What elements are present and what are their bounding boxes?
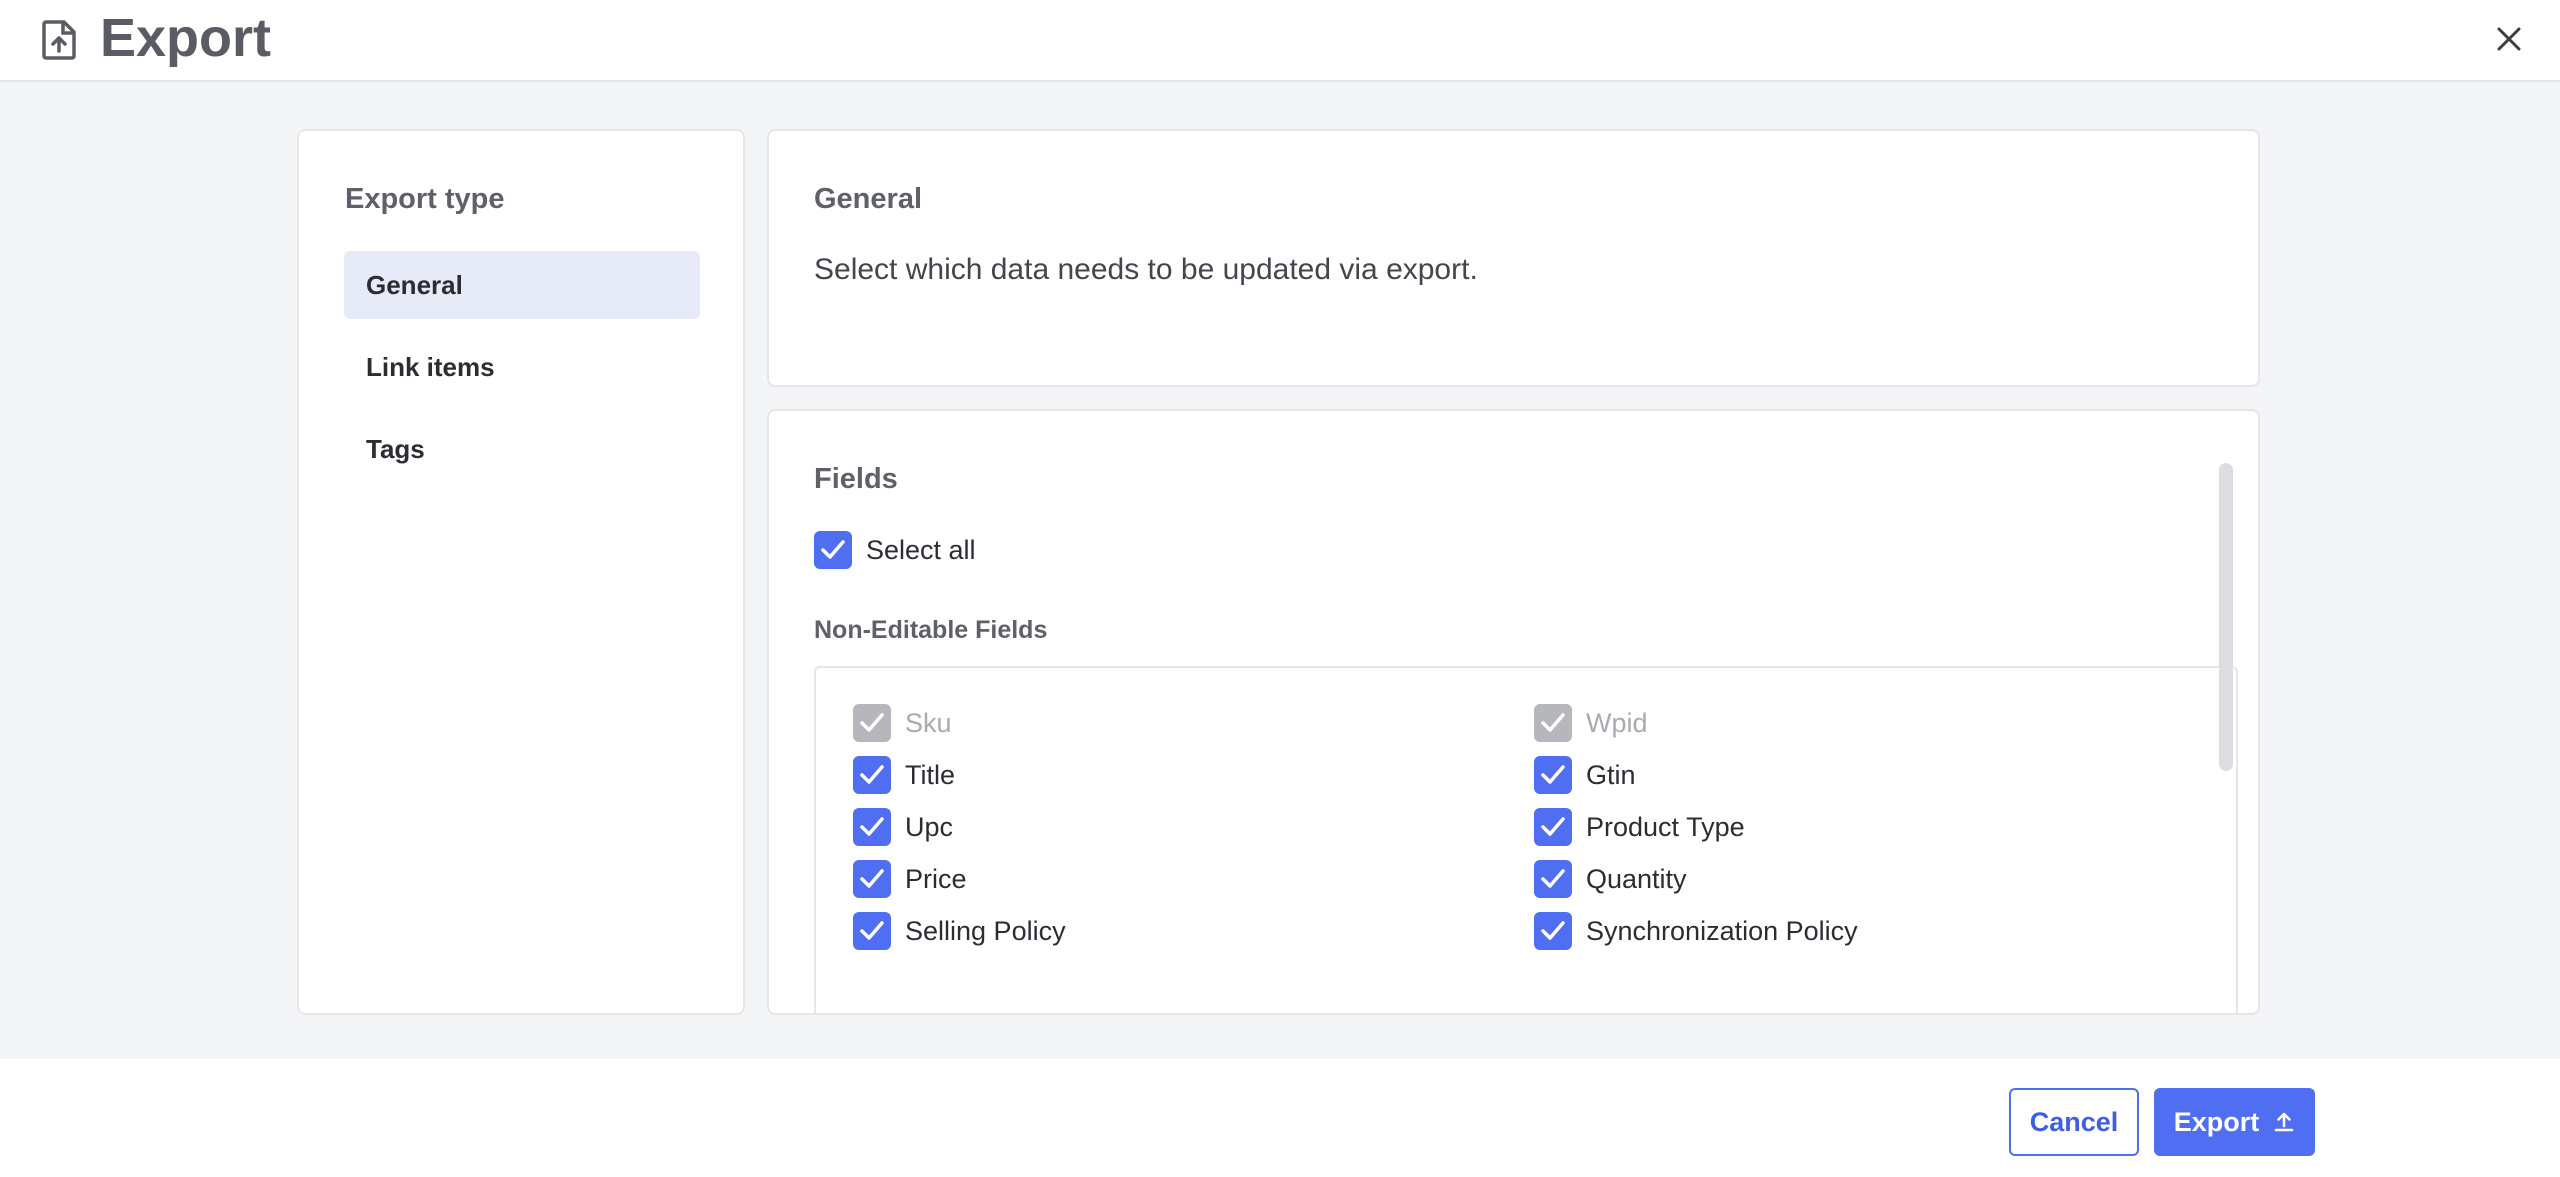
field-label: Synchronization Policy <box>1586 915 1858 946</box>
field-label: Quantity <box>1586 863 1687 894</box>
field-checkbox-quantity[interactable]: Quantity <box>1534 860 1687 898</box>
field-checkbox-product-type[interactable]: Product Type <box>1534 808 1745 846</box>
field-label: Wpid <box>1586 707 1648 738</box>
sidebar-item-tags[interactable]: Tags <box>344 415 700 483</box>
page-title: Export <box>100 8 272 68</box>
field-checkbox-upc[interactable]: Upc <box>853 808 953 846</box>
field-label: Gtin <box>1586 759 1636 790</box>
close-button[interactable] <box>2490 20 2528 58</box>
upload-icon <box>2274 1112 2294 1132</box>
fields-scrollbar[interactable] <box>2219 463 2233 771</box>
checkbox-checked-icon[interactable] <box>853 912 891 950</box>
checkbox-checked-icon[interactable] <box>1534 912 1572 950</box>
checkbox-checked-icon[interactable] <box>853 860 891 898</box>
modal-footer: Cancel Export <box>0 1059 2560 1177</box>
field-checkbox-price[interactable]: Price <box>853 860 967 898</box>
export-label: Export <box>2173 1106 2260 1137</box>
field-label: Price <box>905 863 967 894</box>
non-editable-fields-label: Non-Editable Fields <box>814 616 1048 644</box>
field-checkbox-title[interactable]: Title <box>853 756 955 794</box>
field-label: Selling Policy <box>905 915 1066 946</box>
checkbox-checked-icon[interactable] <box>853 808 891 846</box>
fields-list: Sku Wpid Title Gtin Upc Product Type Pri… <box>814 666 2238 1013</box>
checkbox-checked-icon[interactable] <box>853 756 891 794</box>
general-card: General Select which data needs to be up… <box>767 129 2260 387</box>
sidebar-title: Export type <box>345 183 505 215</box>
field-checkbox-selling-policy[interactable]: Selling Policy <box>853 912 1066 950</box>
field-checkbox-sku: Sku <box>853 704 952 742</box>
checkbox-checked-icon <box>853 704 891 742</box>
checkbox-checked-icon[interactable] <box>1534 860 1572 898</box>
field-label: Sku <box>905 707 952 738</box>
field-checkbox-synchronization-policy[interactable]: Synchronization Policy <box>1534 912 1858 950</box>
field-label: Title <box>905 759 956 790</box>
sidebar-item-label: Tags <box>366 433 425 464</box>
export-button[interactable]: Export <box>2154 1088 2315 1156</box>
sidebar-item-general[interactable]: General <box>344 251 700 319</box>
fields-card: Fields Select all Non-Editable Fields Sk… <box>767 409 2260 1015</box>
general-heading: General <box>814 183 922 215</box>
checkbox-checked-icon[interactable] <box>814 531 852 569</box>
file-export-icon <box>42 20 78 60</box>
sidebar-item-label: Link items <box>366 351 495 382</box>
field-label: Product Type <box>1586 811 1745 842</box>
field-checkbox-wpid: Wpid <box>1534 704 1648 742</box>
close-icon <box>2497 27 2521 51</box>
checkbox-checked-icon <box>1534 704 1572 742</box>
modal-header: Export <box>0 0 2560 82</box>
field-label: Upc <box>905 811 954 842</box>
fields-heading: Fields <box>814 463 898 495</box>
select-all-label: Select all <box>866 534 976 565</box>
checkbox-checked-icon[interactable] <box>1534 756 1572 794</box>
export-type-sidebar: Export type General Link items Tags <box>297 129 745 1015</box>
sidebar-item-link-items[interactable]: Link items <box>344 333 700 401</box>
checkbox-checked-icon[interactable] <box>1534 808 1572 846</box>
general-description: Select which data needs to be updated vi… <box>814 253 1478 286</box>
sidebar-item-label: General <box>366 269 463 300</box>
field-checkbox-gtin[interactable]: Gtin <box>1534 756 1636 794</box>
select-all-checkbox[interactable]: Select all <box>814 531 976 569</box>
cancel-button[interactable]: Cancel <box>2009 1088 2139 1156</box>
cancel-label: Cancel <box>2029 1106 2119 1137</box>
